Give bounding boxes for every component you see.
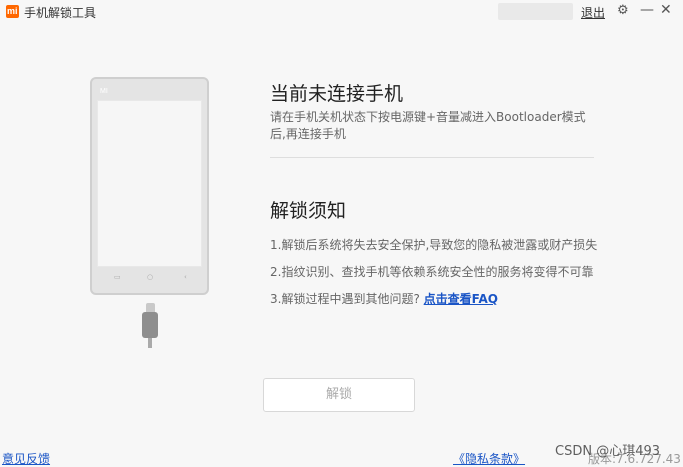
privacy-link[interactable]: 《隐私条款》 bbox=[453, 450, 525, 467]
close-button[interactable]: ✕ bbox=[660, 2, 672, 18]
feedback-link[interactable]: 意见反馈 bbox=[2, 450, 50, 467]
notice-item-faq: 3.解锁过程中遇到其他问题? 点击查看FAQ bbox=[270, 290, 498, 307]
watermark: CSDN @心琪493 bbox=[555, 444, 661, 459]
minimize-button[interactable]: — bbox=[640, 2, 654, 18]
phone-brand: MI bbox=[100, 88, 108, 95]
phone-illustration: MI ▭ ○ ‹ bbox=[90, 77, 209, 295]
menu-icon: ▭ bbox=[114, 273, 121, 281]
connection-status-heading: 当前未连接手机 bbox=[270, 83, 404, 105]
unlock-button[interactable]: 解锁 bbox=[263, 378, 415, 412]
phone-screen bbox=[97, 100, 202, 267]
notice-item: 1.解锁后系统将失去安全保护,导致您的隐私被泄露或财产损失 bbox=[270, 238, 598, 252]
logout-link[interactable]: 退出 bbox=[581, 4, 605, 21]
divider bbox=[270, 157, 594, 158]
app-title: 手机解锁工具 bbox=[24, 6, 97, 20]
back-icon: ‹ bbox=[184, 273, 187, 281]
gear-icon[interactable]: ⚙ bbox=[617, 3, 629, 18]
home-icon: ○ bbox=[147, 273, 154, 281]
user-account-area[interactable] bbox=[498, 3, 573, 20]
unlock-notice-heading: 解锁须知 bbox=[270, 200, 347, 222]
connection-instruction: 请在手机关机状态下按电源键+音量减进入Bootloader模式后,再连接手机 bbox=[270, 110, 586, 141]
usb-cable-tail bbox=[148, 338, 152, 348]
title-bar: mi 手机解锁工具 退出 ⚙ — ✕ bbox=[0, 0, 683, 24]
notice-item: 2.指纹识别、查找手机等依赖系统安全性的服务将变得不可靠 bbox=[270, 265, 594, 279]
notice-item-text: 3.解锁过程中遇到其他问题? bbox=[270, 292, 420, 306]
mi-logo: mi bbox=[6, 5, 19, 18]
usb-cable-icon bbox=[142, 312, 158, 338]
faq-link[interactable]: 点击查看FAQ bbox=[424, 292, 498, 306]
